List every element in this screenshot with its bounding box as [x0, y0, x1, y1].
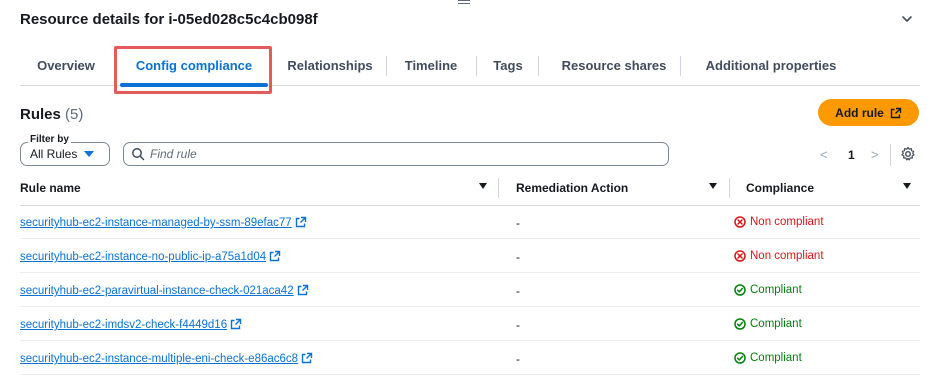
tab-divider	[680, 56, 681, 76]
search-icon	[132, 148, 145, 161]
filter-selected-value: All Rules	[30, 147, 78, 161]
search-input[interactable]	[150, 145, 650, 163]
table-row: securityhub-ec2-instance-managed-by-ssm-…	[20, 206, 920, 239]
tab-divider	[476, 56, 477, 76]
tab-resource-shares[interactable]: Resource shares	[544, 44, 684, 86]
rule-name-text[interactable]: securityhub-ec2-instance-multiple-eni-ch…	[20, 353, 298, 365]
tab-divider	[386, 56, 387, 76]
error-icon	[734, 250, 746, 262]
table-row: securityhub-ec2-instance-multiple-eni-ch…	[20, 342, 920, 375]
sort-icon[interactable]	[479, 183, 487, 189]
compliance-status: Compliant	[734, 352, 802, 364]
external-link-icon	[301, 352, 313, 364]
caret-down-icon	[84, 151, 94, 157]
compliance-label: Non compliant	[750, 216, 824, 228]
external-link-icon	[269, 250, 281, 262]
rules-heading-label: Rules	[20, 106, 61, 123]
external-link-icon	[297, 284, 308, 296]
add-rule-label: Add rule	[835, 105, 884, 120]
gear-icon[interactable]	[900, 146, 916, 162]
compliance-label: Compliant	[750, 284, 802, 296]
column-header-rule-name[interactable]: Rule name	[20, 181, 81, 195]
tab-tags[interactable]: Tags	[482, 44, 534, 86]
check-circle-icon	[734, 352, 746, 364]
panel-drag-handle[interactable]	[458, 0, 470, 8]
tab-timeline[interactable]: Timeline	[392, 44, 470, 86]
check-circle-icon	[734, 318, 746, 330]
tab-divider	[114, 56, 115, 76]
pagination-current-page[interactable]: 1	[848, 148, 855, 162]
page-title: Resource details for i-05ed028c5c4cb098f	[20, 11, 318, 28]
remediation-action: -	[516, 250, 520, 264]
rule-name-link[interactable]: securityhub-ec2-paravirtual-instance-che…	[20, 284, 309, 297]
compliance-status: Compliant	[734, 284, 802, 296]
chevron-down-icon[interactable]	[900, 12, 914, 26]
remediation-action: -	[516, 318, 520, 332]
compliance-status: Non compliant	[734, 250, 824, 262]
column-divider[interactable]	[498, 178, 499, 198]
add-rule-button[interactable]: Add rule	[818, 99, 919, 126]
pagination-next-button[interactable]: >	[871, 147, 879, 162]
compliance-status: Non compliant	[734, 216, 824, 228]
external-link-icon	[230, 318, 242, 330]
remediation-action: -	[516, 352, 520, 366]
rule-name-link[interactable]: securityhub-ec2-instance-managed-by-ssm-…	[20, 216, 307, 229]
rule-name-link[interactable]: securityhub-ec2-imdsv2-check-f4449d16	[20, 318, 242, 331]
tab-additional-properties[interactable]: Additional properties	[686, 44, 856, 86]
rules-count: (5)	[65, 106, 84, 123]
column-divider[interactable]	[729, 178, 730, 198]
compliance-label: Compliant	[750, 352, 802, 364]
table-row: securityhub-ec2-paravirtual-instance-che…	[20, 274, 920, 307]
pagination-divider	[890, 144, 891, 166]
tab-divider	[270, 56, 271, 76]
table-row: securityhub-ec2-instance-no-public-ip-a7…	[20, 240, 920, 273]
tab-divider	[538, 56, 539, 76]
column-header-remediation-action[interactable]: Remediation Action	[516, 181, 628, 195]
check-circle-icon	[734, 284, 746, 296]
rules-heading: Rules (5)	[20, 106, 83, 123]
sort-icon[interactable]	[709, 183, 717, 189]
external-link-icon	[295, 216, 306, 228]
rule-name-link[interactable]: securityhub-ec2-instance-multiple-eni-ch…	[20, 352, 313, 365]
column-header-compliance[interactable]: Compliance	[746, 181, 814, 195]
sort-desc-icon[interactable]	[903, 183, 911, 189]
tab-config-compliance[interactable]: Config compliance	[120, 44, 268, 87]
tab-overview[interactable]: Overview	[20, 44, 112, 86]
rule-name-text[interactable]: securityhub-ec2-instance-managed-by-ssm-…	[20, 217, 292, 229]
pagination-prev-button[interactable]: <	[820, 147, 828, 162]
rule-name-link[interactable]: securityhub-ec2-instance-no-public-ip-a7…	[20, 250, 281, 263]
compliance-label: Non compliant	[750, 250, 824, 262]
rule-name-text[interactable]: securityhub-ec2-instance-no-public-ip-a7…	[20, 251, 266, 263]
external-link-icon	[890, 107, 902, 118]
remediation-action: -	[516, 284, 520, 298]
tab-list: Overview Config compliance Relationships…	[20, 44, 920, 87]
filter-legend: Filter by	[28, 134, 71, 145]
compliance-label: Compliant	[750, 318, 802, 330]
error-icon	[734, 216, 746, 228]
rule-name-text[interactable]: securityhub-ec2-imdsv2-check-f4449d16	[20, 319, 227, 331]
table-row: securityhub-ec2-imdsv2-check-f4449d16 - …	[20, 308, 920, 341]
rule-name-text[interactable]: securityhub-ec2-paravirtual-instance-che…	[20, 285, 294, 297]
tab-relationships[interactable]: Relationships	[276, 44, 384, 86]
compliance-status: Compliant	[734, 318, 802, 330]
remediation-action: -	[516, 216, 520, 230]
